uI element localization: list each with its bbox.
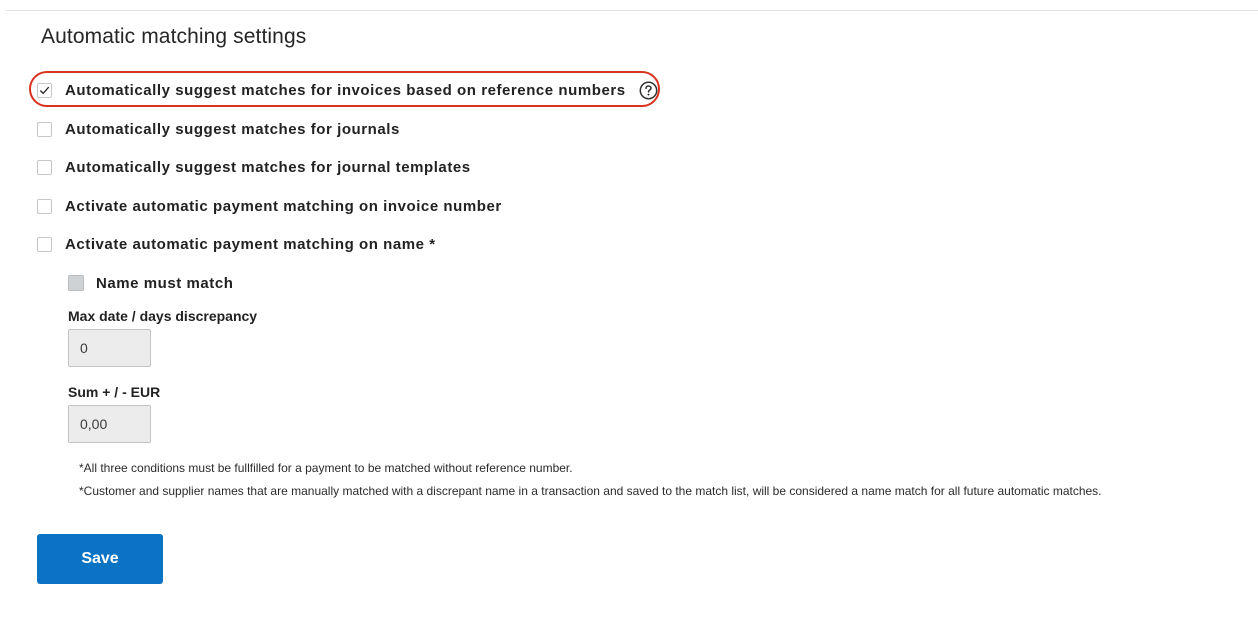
name-must-match-label: Name must match — [96, 274, 234, 292]
option-name-matching[interactable]: Activate automatic payment matching on n… — [37, 233, 436, 255]
max-days-label: Max date / days discrepancy — [68, 308, 258, 324]
sum-tolerance-input[interactable] — [68, 405, 151, 443]
invoice-reference-checkbox[interactable] — [37, 82, 52, 98]
option-invoice-number-matching[interactable]: Activate automatic payment matching on i… — [37, 195, 502, 217]
footnote-conditions: *All three conditions must be fullfilled… — [79, 461, 573, 475]
name-matching-checkbox[interactable] — [37, 236, 52, 252]
name-matching-label: Activate automatic payment matching on n… — [65, 235, 436, 253]
journal-matching-label: Automatically suggest matches for journa… — [65, 120, 400, 138]
section-title: Automatic matching settings — [41, 25, 307, 48]
invoice-reference-label: Automatically suggest matches for invoic… — [65, 81, 626, 99]
question-circle-icon[interactable] — [639, 81, 658, 100]
checkmark-icon — [39, 86, 50, 94]
name-must-match-checkbox — [68, 275, 84, 291]
journal-template-label: Automatically suggest matches for journa… — [65, 158, 471, 176]
top-divider — [5, 10, 1258, 11]
max-days-input[interactable] — [68, 329, 151, 367]
option-invoice-reference-matching[interactable]: Automatically suggest matches for invoic… — [37, 79, 658, 101]
option-journal-matching[interactable]: Automatically suggest matches for journa… — [37, 118, 400, 140]
invoice-number-checkbox[interactable] — [37, 198, 52, 214]
save-button[interactable]: Save — [37, 534, 163, 584]
footnote-name-match-list: *Customer and supplier names that are ma… — [79, 484, 1102, 498]
sum-tolerance-label: Sum + / - EUR — [68, 384, 161, 400]
journal-template-checkbox[interactable] — [37, 159, 52, 175]
option-journal-template-matching[interactable]: Automatically suggest matches for journa… — [37, 156, 471, 178]
journal-matching-checkbox[interactable] — [37, 121, 52, 137]
invoice-number-label: Activate automatic payment matching on i… — [65, 197, 502, 215]
option-name-must-match: Name must match — [68, 272, 233, 294]
